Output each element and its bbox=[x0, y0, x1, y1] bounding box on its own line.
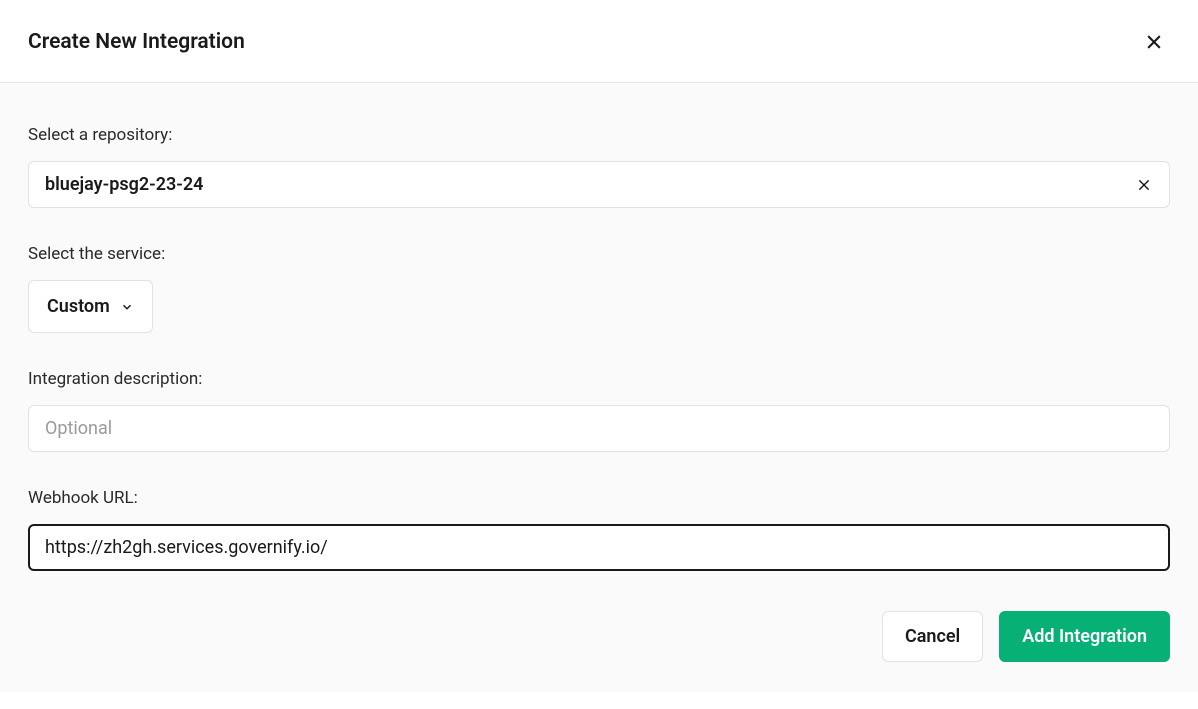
webhook-input[interactable] bbox=[28, 524, 1170, 571]
description-label: Integration description: bbox=[28, 369, 1170, 389]
repository-select[interactable]: bluejay-psg2-23-24 bbox=[28, 161, 1170, 208]
clear-repository-button[interactable] bbox=[1135, 176, 1153, 194]
close-icon bbox=[1144, 32, 1164, 52]
service-group: Select the service: Custom bbox=[28, 208, 1170, 333]
description-input[interactable] bbox=[28, 405, 1170, 452]
modal-title: Create New Integration bbox=[28, 30, 245, 54]
repository-value: bluejay-psg2-23-24 bbox=[45, 174, 203, 195]
add-integration-button[interactable]: Add Integration bbox=[999, 611, 1170, 662]
description-group: Integration description: bbox=[28, 333, 1170, 452]
close-button[interactable] bbox=[1140, 28, 1168, 56]
modal-body: Select a repository: bluejay-psg2-23-24 … bbox=[0, 83, 1198, 692]
cancel-button[interactable]: Cancel bbox=[882, 611, 983, 662]
service-value: Custom bbox=[47, 296, 110, 317]
chevron-down-icon bbox=[120, 300, 134, 314]
service-select[interactable]: Custom bbox=[28, 280, 153, 333]
service-label: Select the service: bbox=[28, 244, 1170, 264]
webhook-group: Webhook URL: bbox=[28, 452, 1170, 571]
repository-group: Select a repository: bluejay-psg2-23-24 bbox=[28, 83, 1170, 208]
repository-label: Select a repository: bbox=[28, 125, 1170, 145]
webhook-label: Webhook URL: bbox=[28, 488, 1170, 508]
modal-header: Create New Integration bbox=[0, 0, 1198, 83]
modal-footer: Cancel Add Integration bbox=[28, 571, 1170, 662]
close-icon bbox=[1137, 178, 1151, 192]
